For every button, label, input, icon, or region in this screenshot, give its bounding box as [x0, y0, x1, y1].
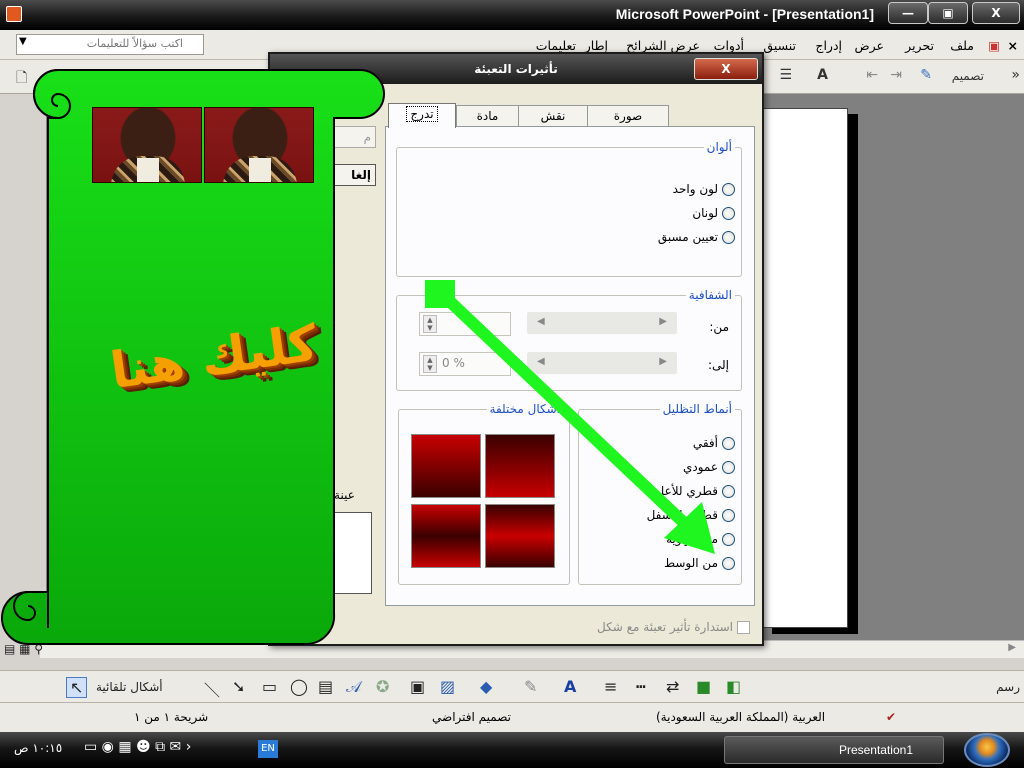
line-color-icon[interactable]: ✎ [524, 677, 537, 696]
dash-style-icon[interactable]: ┅ [636, 677, 646, 696]
document-icon: ▣ [988, 38, 1000, 53]
increase-indent-icon[interactable]: ⇥ [890, 67, 902, 83]
maximize-button[interactable]: ▣ [928, 2, 968, 24]
green-arrow-annotation [425, 280, 715, 554]
3d-style-icon[interactable]: ◧ [726, 677, 741, 696]
scroll-right-icon[interactable]: ▶ [1008, 642, 1016, 653]
language-indicator[interactable]: EN [258, 740, 278, 758]
dialog-close-button[interactable]: X [694, 58, 758, 80]
insert-picture-icon[interactable]: ▨ [440, 677, 455, 696]
design-icon: ✎ [920, 67, 932, 83]
textbox-icon[interactable]: ▤ [318, 677, 333, 696]
wordart-icon[interactable]: 𝒜 [346, 677, 361, 697]
window-title: Microsoft PowerPoint - [Presentation1] [615, 6, 874, 22]
clipart-icon[interactable]: ▣ [410, 677, 425, 696]
rectangle-icon[interactable]: ▭ [262, 677, 277, 696]
menu-insert[interactable]: إدراج [815, 38, 842, 53]
help-question-placeholder: اكتب سؤالاً للتعليمات [86, 37, 183, 50]
tab-gradient[interactable]: تدرج [388, 103, 456, 128]
photo-strip[interactable] [92, 107, 314, 183]
close-document-icon[interactable]: × [1008, 38, 1018, 53]
status-bar: شريحة ١ من ١ تصميم افتراضي العربية (المم… [0, 702, 1024, 732]
menu-file[interactable]: ملف [950, 38, 974, 53]
design-template-name: تصميم افتراضي [432, 710, 511, 724]
tab-gradient-label: تدرج [406, 106, 438, 122]
spelling-icon[interactable]: ✔ [886, 710, 896, 724]
menu-slideshow[interactable]: عرض الشرائح [626, 38, 700, 53]
slide-counter: شريحة ١ من ١ [134, 710, 209, 724]
tab-picture[interactable]: صورة [587, 105, 669, 127]
title-bar: Microsoft PowerPoint - [Presentation1] —… [0, 0, 1024, 30]
menu-tools[interactable]: أدوات [714, 38, 744, 53]
taskbar: ١٠:١٥ ص ▭ ◉ ▦ ☻ ⧉ ✉ › EN Presentation1 [0, 732, 1024, 768]
slide-canvas[interactable] [762, 108, 848, 628]
colors-group: ألوان لون واحد لونان تعيين مسبق [396, 140, 742, 277]
language-status: العربية (المملكة العربية السعودية) [656, 710, 826, 724]
clock: ١٠:١٥ ص [14, 741, 63, 755]
tab-texture[interactable]: مادة [456, 105, 519, 127]
select-pointer-icon[interactable]: ↖ [66, 677, 88, 698]
minimize-button[interactable]: — [888, 2, 928, 24]
preset-radio[interactable]: تعيين مسبق [658, 230, 735, 244]
draw-menu-button[interactable]: رسم [996, 680, 1020, 694]
autoshapes-button[interactable]: أشكال تلقائية [96, 680, 163, 694]
arrow-style-icon[interactable]: ⇄ [666, 677, 679, 696]
portrait-photo [92, 107, 202, 183]
start-button[interactable] [964, 733, 1010, 767]
powerpoint-app-icon[interactable] [6, 6, 22, 22]
font-color-icon[interactable]: A [564, 677, 576, 696]
rotate-with-shape-checkbox[interactable]: استدارة تأثير تعبئة مع شكل [597, 620, 750, 634]
help-question-input[interactable]: ▼ اكتب سؤالاً للتعليمات [16, 34, 204, 55]
menu-help[interactable]: تعليمات [536, 38, 576, 53]
tray-icons[interactable]: ▭ ◉ ▦ ☻ ⧉ ✉ › [84, 739, 191, 755]
close-button[interactable]: X [972, 2, 1020, 24]
menu-format[interactable]: تنسيق [763, 38, 796, 53]
arrow-icon[interactable]: ➘ [232, 677, 245, 696]
colors-group-label: ألوان [703, 140, 735, 154]
one-color-radio[interactable]: لون واحد [673, 182, 735, 196]
shadow-style-icon[interactable]: ■ [696, 677, 711, 696]
line-style-icon[interactable]: ≡ [604, 677, 617, 696]
toolbar-options-icon[interactable]: » [1011, 67, 1020, 83]
menu-window[interactable]: إطار [585, 38, 608, 53]
drawing-toolbar: رسم ↖ أشكال تلقائية ＼ ➘ ▭ ◯ ▤ 𝒜 ✪ ▣ ▨ ◆ … [0, 670, 1024, 702]
align-icon[interactable]: ☰ [779, 67, 792, 83]
menu-view[interactable]: عرض [855, 38, 884, 53]
arrow-shaft [437, 289, 705, 543]
decrease-indent-icon[interactable]: ⇤ [866, 67, 878, 83]
fill-color-icon[interactable]: ◆ [480, 677, 492, 696]
menu-edit[interactable]: تحرير [905, 38, 934, 53]
line-icon[interactable]: ＼ [204, 677, 220, 701]
two-colors-radio[interactable]: لونان [692, 206, 735, 220]
diagram-icon[interactable]: ✪ [376, 677, 389, 696]
portrait-photo [204, 107, 314, 183]
tab-pattern[interactable]: نقش [518, 105, 588, 127]
design-button[interactable]: تصميم [952, 69, 984, 83]
increase-font-size-icon[interactable]: A [817, 67, 828, 83]
chevron-down-icon[interactable]: ▼ [19, 36, 27, 47]
taskbar-presentation-button[interactable]: Presentation1 [724, 736, 944, 764]
oval-icon[interactable]: ◯ [290, 677, 308, 696]
